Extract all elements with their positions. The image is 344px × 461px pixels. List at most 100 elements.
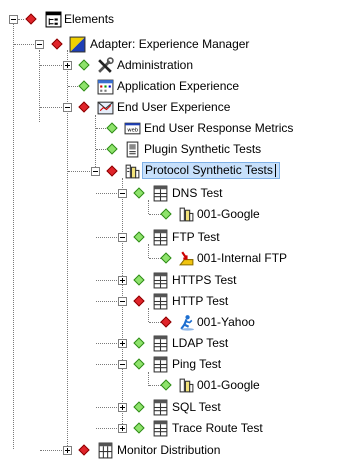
status-ok-icon [133, 358, 145, 370]
tree-branch-line [96, 193, 117, 194]
collapse-toggle[interactable] [118, 233, 127, 242]
text-caret [274, 164, 276, 178]
expand-toggle[interactable] [63, 446, 72, 455]
node-label: Application Experience [117, 79, 240, 93]
node-label: Adapter: Experience Manager [90, 37, 250, 51]
tree-node-adapter[interactable]: Adapter: Experience Manager [0, 34, 344, 55]
status-ok-icon [133, 422, 145, 434]
collapse-toggle[interactable] [118, 297, 127, 306]
status-ok-icon [133, 187, 145, 199]
test-group-icon [153, 293, 168, 310]
tree-node-end-user-experience[interactable]: End User Experience [0, 97, 344, 118]
test-group-icon [153, 356, 168, 373]
tree-node-https-test[interactable]: HTTPS Test [0, 270, 344, 291]
status-alert-icon [25, 13, 37, 25]
tree-branch-line [96, 428, 117, 429]
tree-node-elements[interactable]: Elements [0, 9, 344, 30]
tree-node-plugin-synthetic-tests[interactable]: Plugin Synthetic Tests [0, 139, 344, 160]
tree-node-ldap-test[interactable]: LDAP Test [0, 333, 344, 354]
node-label: Elements [64, 12, 115, 26]
collapse-toggle[interactable] [35, 40, 44, 49]
window-tree-icon [45, 11, 62, 28]
test-group-icon [153, 399, 168, 416]
protocol-icon [125, 164, 140, 179]
protocol-icon [179, 207, 194, 222]
tree-branch-line [96, 237, 117, 238]
status-ok-icon [160, 208, 172, 220]
tree-branch-line [40, 450, 62, 451]
expand-toggle[interactable] [118, 339, 127, 348]
test-group-icon [153, 335, 168, 352]
node-label: 001-Internal FTP [197, 251, 288, 265]
tree-branch-line [149, 385, 161, 386]
tree-branch-line [14, 44, 34, 45]
collapse-toggle[interactable] [63, 103, 72, 112]
tree-node-protocol-synthetic-tests[interactable]: Protocol Synthetic Tests [0, 161, 344, 182]
tree-node-http-yahoo[interactable]: 001-Yahoo [0, 312, 344, 333]
plugin-icon [126, 141, 139, 158]
node-label: FTP Test [172, 230, 220, 244]
status-ok-icon [78, 80, 90, 92]
tree-node-ping-test[interactable]: Ping Test [0, 354, 344, 375]
tree-branch-line [149, 322, 161, 323]
node-label: Plugin Synthetic Tests [144, 142, 262, 156]
selected-label-text: Protocol Synthetic Tests [145, 163, 273, 177]
node-label: Ping Test [172, 357, 222, 371]
node-label: End User Experience [117, 100, 231, 114]
status-alert-icon [133, 295, 145, 307]
svg-text:web: web [127, 128, 139, 134]
tree-node-monitor-distribution[interactable]: Monitor Distribution [0, 440, 344, 461]
node-label: 001-Yahoo [197, 315, 255, 329]
status-alert-icon [106, 165, 118, 177]
status-ok-icon [133, 401, 145, 413]
expand-toggle[interactable] [118, 403, 127, 412]
protocol-icon [179, 378, 194, 393]
tree-node-ftp-test[interactable]: FTP Test [0, 227, 344, 248]
node-label: Monitor Distribution [117, 443, 221, 457]
envelope-icon [97, 101, 114, 115]
tools-icon [98, 57, 114, 73]
collapse-toggle[interactable] [9, 15, 18, 24]
test-group-icon [153, 272, 168, 289]
tree-node-ping-google[interactable]: 001-Google [0, 375, 344, 396]
collapse-toggle[interactable] [118, 360, 127, 369]
status-alert-icon [51, 38, 63, 50]
status-ok-icon [133, 231, 145, 243]
expand-toggle[interactable] [118, 276, 127, 285]
status-ok-icon [78, 59, 90, 71]
node-label: SQL Test [172, 400, 221, 414]
tree-branch-line [149, 214, 161, 215]
status-ok-icon [133, 337, 145, 349]
ftp-icon [179, 251, 194, 266]
tree-node-http-test[interactable]: HTTP Test [0, 291, 344, 312]
node-label: Administration [117, 58, 194, 72]
expand-toggle[interactable] [118, 424, 127, 433]
distribution-icon [98, 442, 113, 459]
node-label: 001-Google [197, 378, 260, 392]
status-ok-icon [133, 274, 145, 286]
node-label: HTTP Test [172, 294, 229, 308]
element-tree: Elements Adapter: Experience Manager Adm… [0, 0, 344, 460]
tree-node-ftp-internal[interactable]: 001-Internal FTP [0, 248, 344, 269]
tree-node-dns-test[interactable]: DNS Test [0, 183, 344, 204]
adapter-flag-icon [69, 36, 86, 53]
status-alert-icon [78, 444, 90, 456]
collapse-toggle[interactable] [118, 189, 127, 198]
tree-node-application-experience[interactable]: Application Experience [0, 76, 344, 97]
tree-branch-line [96, 364, 117, 365]
tree-node-sql-test[interactable]: SQL Test [0, 397, 344, 418]
tree-branch-line [96, 343, 117, 344]
tree-node-administration[interactable]: Administration [0, 55, 344, 76]
collapse-toggle[interactable] [91, 167, 100, 176]
runner-icon [180, 315, 194, 331]
tree-branch-line [68, 171, 90, 172]
tree-node-eu-response-metrics[interactable]: web End User Response Metrics [0, 118, 344, 139]
tree-node-trace-route-test[interactable]: Trace Route Test [0, 418, 344, 439]
status-ok-icon [106, 143, 118, 155]
node-label-selected: Protocol Synthetic Tests [142, 162, 280, 179]
expand-toggle[interactable] [63, 61, 72, 70]
tree-branch-line [18, 19, 24, 20]
tree-node-dns-google[interactable]: 001-Google [0, 204, 344, 225]
test-group-icon [153, 185, 168, 202]
status-alert-icon [160, 316, 172, 328]
